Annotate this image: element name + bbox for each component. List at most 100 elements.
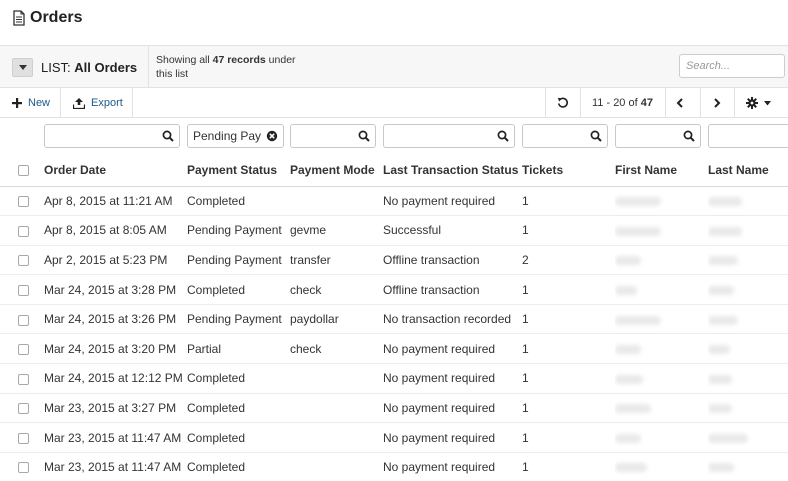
order-date-cell: Apr 2, 2015 at 5:23 PM: [44, 245, 187, 276]
export-button[interactable]: Export: [73, 88, 123, 118]
column-header-last-name[interactable]: Last Name: [708, 154, 788, 187]
row-checkbox[interactable]: [18, 255, 29, 267]
gear-icon: [745, 97, 758, 109]
search-input[interactable]: [679, 54, 785, 78]
records-count: 47 records: [212, 54, 266, 66]
column-header-last-transaction-status[interactable]: Last Transaction Status: [383, 154, 522, 187]
payment-status-cell: Completed: [187, 186, 290, 217]
first-name-cell: [615, 274, 708, 305]
tickets-cell: 1: [522, 274, 615, 305]
row-checkbox[interactable]: [18, 196, 29, 208]
table-row[interactable]: Mar 23, 2015 at 11:47 AM Completed No pa…: [0, 452, 788, 481]
search-icon[interactable]: [497, 130, 509, 142]
last-name-cell: [708, 333, 788, 365]
filter-order-date-input[interactable]: [45, 125, 179, 147]
table-row[interactable]: Apr 8, 2015 at 8:05 AM Pending Payment g…: [0, 215, 788, 246]
filter-last-name-input[interactable]: [709, 125, 788, 147]
table-row[interactable]: Mar 24, 2015 at 3:20 PM Partial check No…: [0, 333, 788, 365]
column-header-first-name[interactable]: First Name: [615, 154, 708, 187]
row-select-cell: [0, 452, 44, 481]
row-checkbox[interactable]: [18, 373, 29, 385]
refresh-icon: [557, 97, 568, 108]
refresh-button[interactable]: [545, 88, 580, 118]
order-date-cell: Mar 23, 2015 at 3:27 PM: [44, 393, 187, 424]
filter-last-name[interactable]: [708, 124, 788, 148]
order-date-cell: Apr 8, 2015 at 11:21 AM: [44, 186, 187, 217]
row-select-cell: [0, 215, 44, 246]
last-name-cell: [708, 304, 788, 335]
row-checkbox[interactable]: [18, 344, 29, 356]
last-transaction-cell: No payment required: [383, 186, 522, 217]
payment-mode-cell: gevme: [290, 215, 383, 246]
first-name-cell: [615, 215, 708, 246]
filter-order-date[interactable]: [44, 124, 180, 148]
payment-mode-cell: check: [290, 333, 383, 365]
first-name-cell: [615, 304, 708, 335]
redacted-text: [708, 404, 732, 414]
row-checkbox[interactable]: [18, 225, 29, 237]
document-icon: [13, 10, 25, 26]
page-title: Orders: [12, 9, 82, 27]
records-info-prefix: Showing all: [156, 54, 210, 66]
filter-payment-status[interactable]: [187, 124, 284, 148]
filter-tickets[interactable]: [522, 124, 608, 148]
table-row[interactable]: Mar 24, 2015 at 3:28 PM Completed check …: [0, 274, 788, 305]
divider: [132, 88, 133, 118]
table-row[interactable]: Apr 8, 2015 at 11:21 AM Completed No pay…: [0, 186, 788, 217]
redacted-text: [708, 315, 738, 325]
column-header-order-date[interactable]: Order Date: [44, 154, 187, 187]
caret-down-icon: [18, 65, 27, 70]
order-date-cell: Apr 8, 2015 at 8:05 AM: [44, 215, 187, 246]
row-checkbox[interactable]: [18, 314, 29, 326]
column-header-tickets[interactable]: Tickets: [522, 154, 615, 187]
search-icon[interactable]: [358, 130, 370, 142]
row-select-cell: [0, 245, 44, 276]
order-date-cell: Mar 23, 2015 at 11:47 AM: [44, 452, 187, 481]
filter-payment-mode[interactable]: [290, 124, 376, 148]
list-dropdown-button[interactable]: [12, 58, 33, 77]
redacted-text: [708, 433, 748, 443]
tickets-cell: 1: [522, 333, 615, 365]
new-button[interactable]: New: [12, 88, 50, 118]
column-header-payment-status[interactable]: Payment Status: [187, 154, 290, 187]
table-row[interactable]: Mar 24, 2015 at 3:26 PM Pending Payment …: [0, 304, 788, 335]
row-select-cell: [0, 333, 44, 365]
table-row[interactable]: Mar 23, 2015 at 3:27 PM Completed No pay…: [0, 393, 788, 424]
row-checkbox[interactable]: [18, 284, 29, 296]
table-row[interactable]: Mar 23, 2015 at 11:47 AM Completed No pa…: [0, 422, 788, 453]
clear-icon[interactable]: [266, 130, 278, 142]
redacted-text: [708, 374, 732, 384]
payment-mode-cell: [290, 422, 383, 453]
payment-status-cell: Pending Payment: [187, 304, 290, 335]
table-row[interactable]: Mar 24, 2015 at 12:12 PM Completed No pa…: [0, 363, 788, 394]
row-checkbox[interactable]: [18, 462, 29, 474]
list-label[interactable]: LIST: All Orders: [41, 60, 137, 75]
payment-status-cell: Completed: [187, 452, 290, 481]
payment-status-cell: Completed: [187, 393, 290, 424]
search-icon[interactable]: [683, 130, 695, 142]
row-select-cell: [0, 304, 44, 335]
next-page-button[interactable]: [702, 88, 732, 118]
column-header-payment-mode[interactable]: Payment Mode: [290, 154, 383, 187]
row-checkbox[interactable]: [18, 403, 29, 415]
redacted-text: [708, 197, 742, 207]
new-button-label: New: [28, 97, 51, 109]
list-prefix: LIST:: [41, 60, 71, 75]
previous-page-button[interactable]: [665, 88, 695, 118]
last-transaction-cell: No payment required: [383, 393, 522, 424]
search-icon[interactable]: [590, 130, 602, 142]
redacted-text: [615, 433, 641, 443]
order-date-cell: Mar 24, 2015 at 3:28 PM: [44, 274, 187, 305]
last-name-cell: [708, 363, 788, 394]
last-transaction-cell: Offline transaction: [383, 274, 522, 305]
filter-last-transaction-input[interactable]: [384, 125, 514, 147]
filter-last-transaction-status[interactable]: [383, 124, 515, 148]
filter-first-name[interactable]: [615, 124, 701, 148]
settings-menu-button[interactable]: [738, 88, 778, 118]
select-all-checkbox[interactable]: [18, 165, 29, 177]
table-row[interactable]: Apr 2, 2015 at 5:23 PM Pending Payment t…: [0, 245, 788, 276]
last-name-cell: [708, 422, 788, 453]
row-checkbox[interactable]: [18, 432, 29, 444]
search-icon[interactable]: [162, 130, 174, 142]
redacted-text: [615, 256, 641, 266]
